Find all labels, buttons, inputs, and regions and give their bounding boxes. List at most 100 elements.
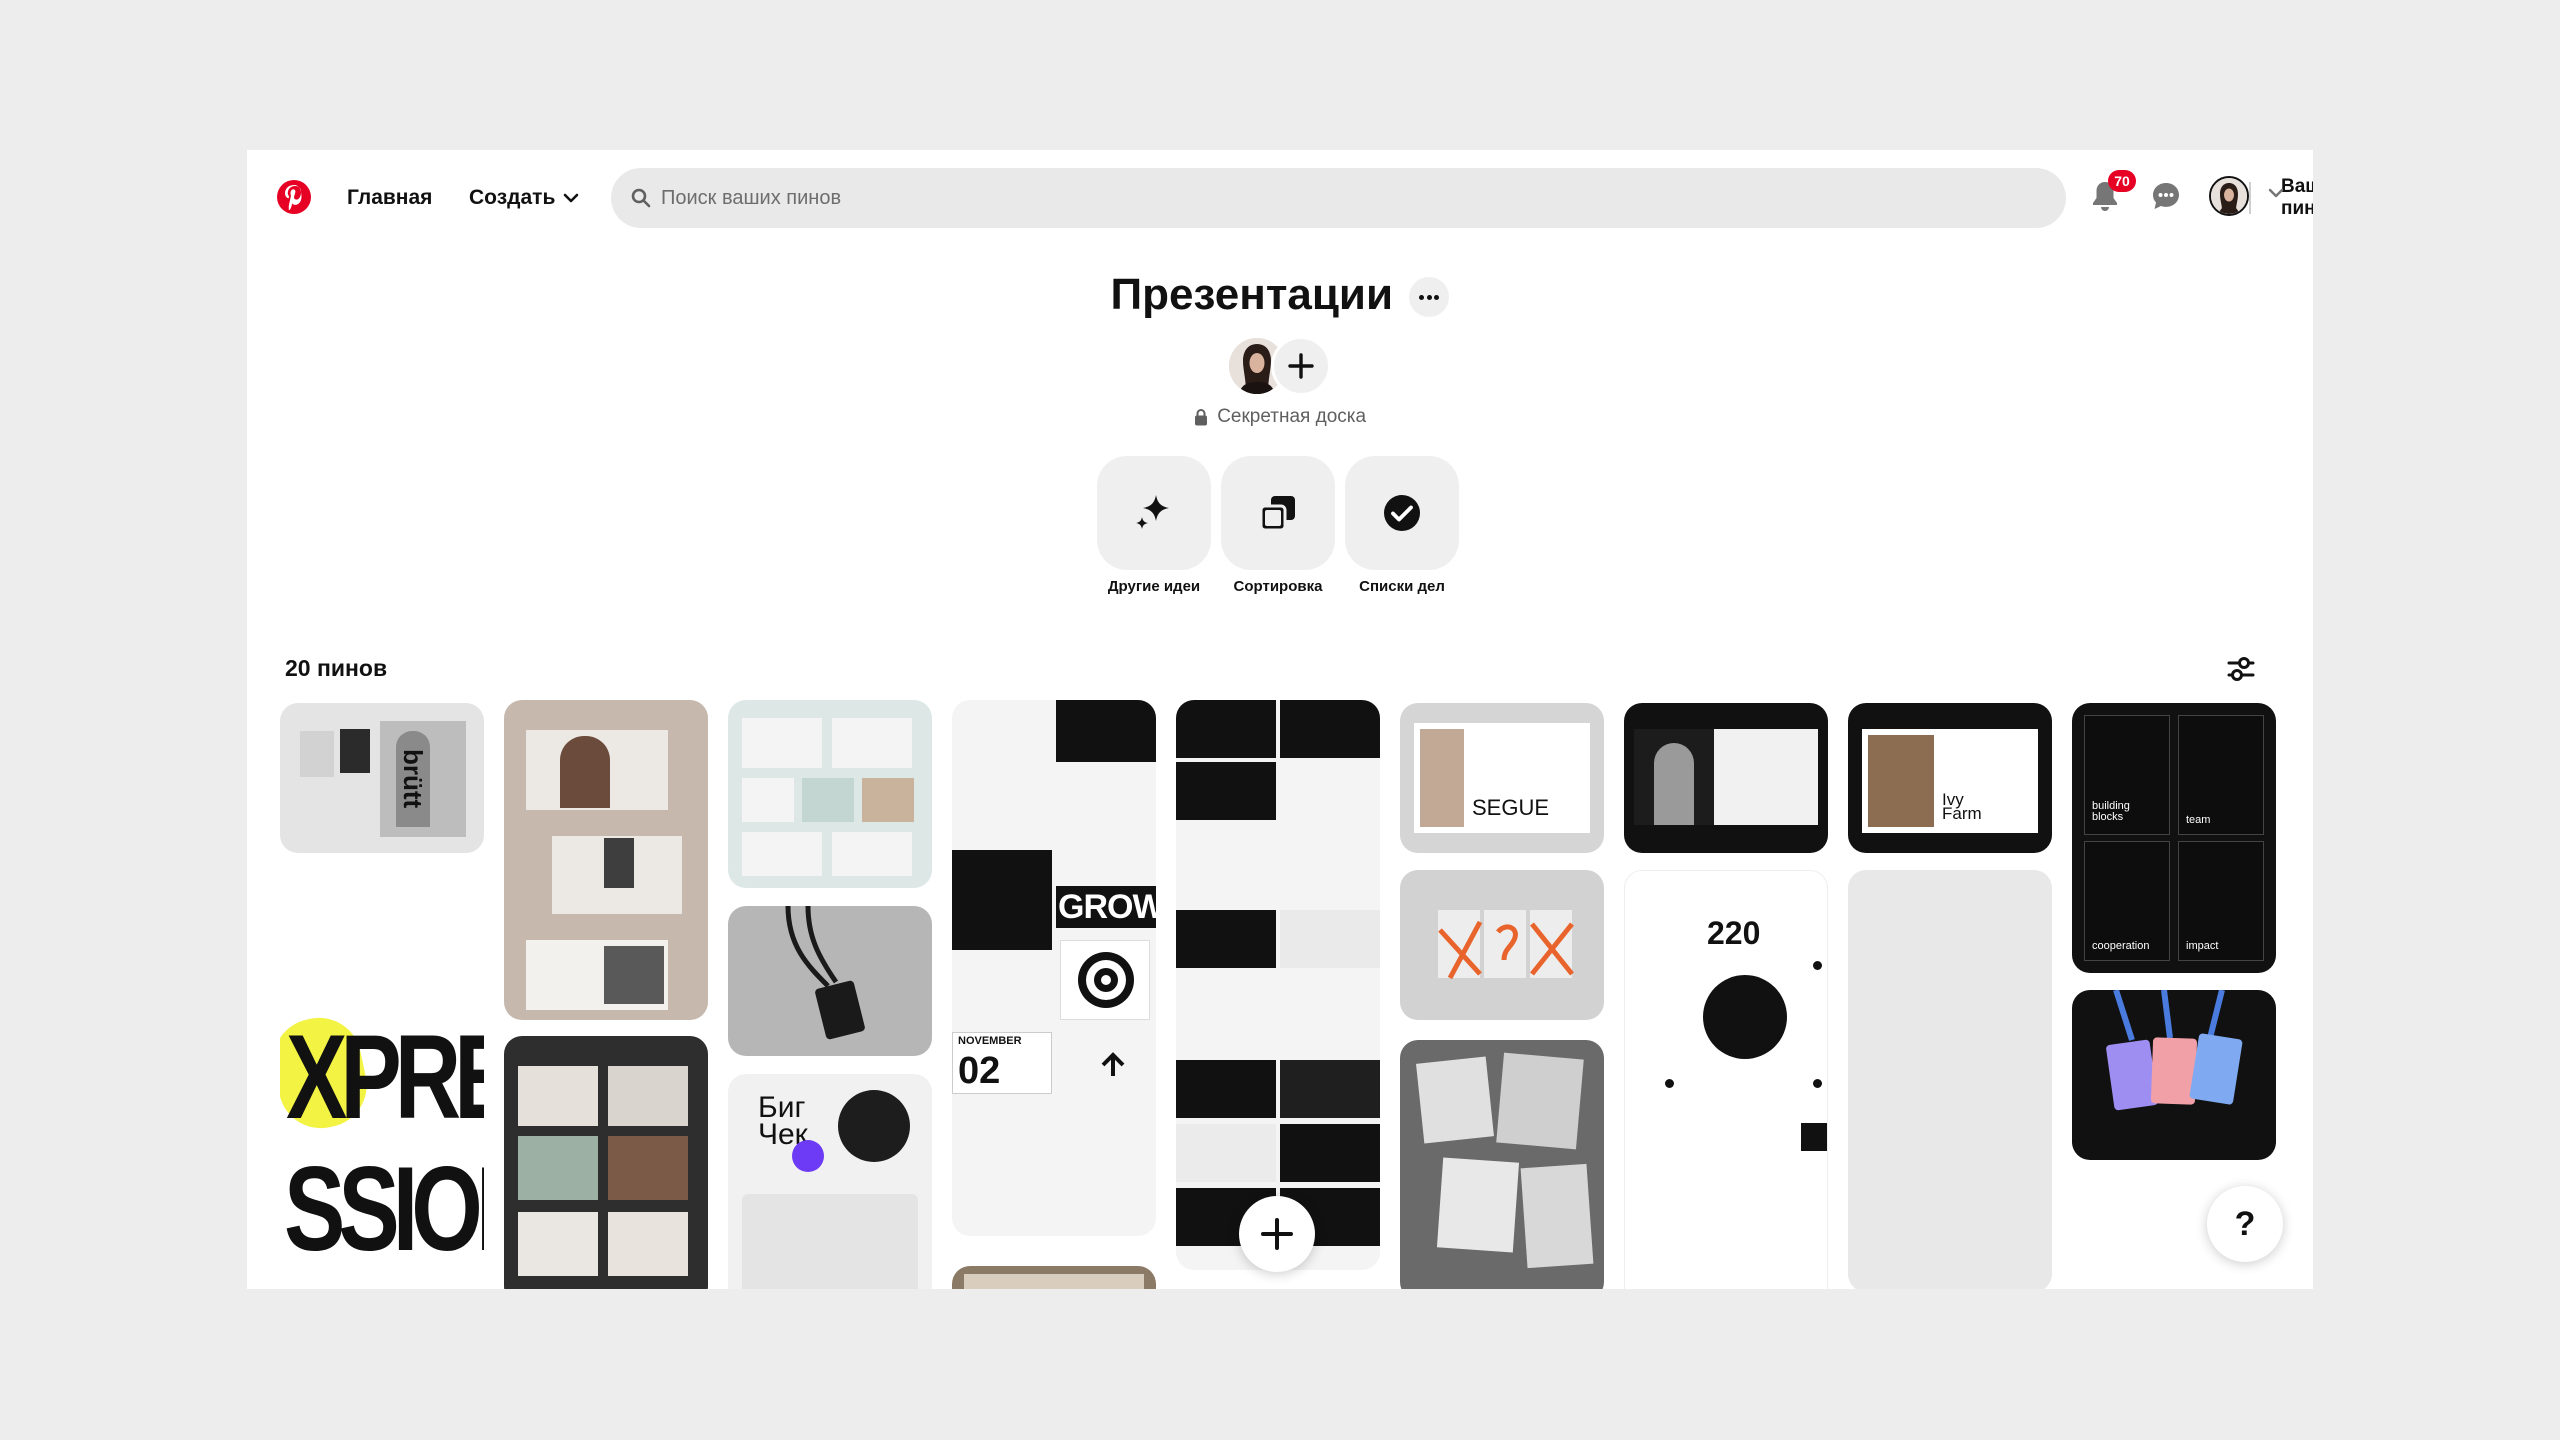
pin-image <box>1436 1157 1520 1253</box>
pin-image <box>300 731 334 777</box>
plus-icon <box>1288 353 1314 379</box>
pin-card[interactable] <box>504 1036 708 1289</box>
lanyard-badges-icon <box>2106 990 2243 1111</box>
target-icon <box>1078 952 1134 1008</box>
pin-image <box>340 729 370 773</box>
pin-title: cooperation <box>2092 940 2150 952</box>
search-input[interactable] <box>661 168 1831 228</box>
pin-card[interactable]: Биг Чек <box>728 1074 932 1289</box>
pin-title: 02 <box>958 1050 1001 1092</box>
pin-image <box>1280 1060 1380 1118</box>
account-chevron-down-icon[interactable] <box>2267 184 2285 202</box>
board-collaborators <box>1227 336 1347 400</box>
pin-title: impact <box>2186 940 2219 952</box>
pin-image <box>1176 762 1276 820</box>
pin-image <box>518 1136 598 1200</box>
board-tools: Другие идеи Сортировка Списки дел <box>1097 456 1463 596</box>
add-pin-button[interactable] <box>1239 1196 1315 1272</box>
plus-icon <box>1261 1218 1293 1250</box>
pin-image <box>964 1274 1144 1289</box>
pin-card[interactable]: Ivy Farm <box>1848 703 2052 853</box>
invite-collaborator-button[interactable] <box>1271 336 1331 396</box>
board-more-options-button[interactable] <box>1409 277 1450 317</box>
app-window: Главная Создать Ваши пины 70 Презентаци <box>247 150 2313 1289</box>
pin-image <box>802 778 854 822</box>
pin-card[interactable] <box>504 700 708 1020</box>
pin-title: building blocks <box>2092 800 2130 823</box>
search-divider <box>2249 182 2251 214</box>
pin-card[interactable] <box>728 700 932 888</box>
pin-image <box>742 1194 918 1289</box>
pinterest-logo-icon[interactable] <box>277 180 311 214</box>
board-title: Презентации <box>1110 270 1394 319</box>
pin-card[interactable] <box>2072 990 2276 1160</box>
todo-lists-label: Списки дел <box>1359 578 1445 595</box>
arrow-up-icon <box>1101 1052 1125 1076</box>
pin-card[interactable]: XPRE SSION <box>280 868 484 1289</box>
more-ideas-label: Другие идеи <box>1107 578 1201 595</box>
pin-image <box>1176 1060 1276 1118</box>
pin-card[interactable] <box>1624 703 1828 853</box>
pin-card[interactable] <box>1400 1040 1604 1289</box>
board-privacy-status: Секретная доска <box>247 406 2313 428</box>
pin-image <box>1848 870 2052 1289</box>
pin-card[interactable] <box>1848 870 2052 1289</box>
pin-image <box>1654 743 1694 825</box>
pin-image <box>1176 1124 1276 1182</box>
pin-image <box>1176 700 1276 758</box>
pin-image <box>1420 729 1464 827</box>
help-button[interactable]: ? <box>2207 1186 2283 1262</box>
pin-card[interactable]: building blocks team cooperation impact <box>2072 703 2276 973</box>
pin-card[interactable] <box>1400 870 1604 1020</box>
pin-image <box>1056 700 1156 762</box>
pin-image <box>560 736 610 808</box>
pin-title: Ivy Farm <box>1942 790 1982 824</box>
pin-title: XPRE <box>286 1011 484 1145</box>
pin-image <box>1280 700 1380 758</box>
chat-bubble-icon <box>2153 183 2179 209</box>
search-scope-dropdown[interactable]: Ваши пины <box>2281 168 2313 228</box>
more-ideas-button[interactable] <box>1097 456 1211 570</box>
checkmark-icon <box>1384 495 1420 531</box>
pin-image <box>604 946 664 1004</box>
board-privacy-label: Секретная доска <box>1217 406 1367 427</box>
pin-image <box>952 850 1052 950</box>
pin-title: NOVEMBER <box>958 1035 1022 1047</box>
nav-create-menu[interactable]: Создать <box>469 182 579 214</box>
pin-title: Биг Чек <box>758 1091 808 1151</box>
pin-image <box>608 1136 688 1200</box>
ellipsis-dot-icon <box>1434 295 1440 300</box>
search-scope-label: Ваши пины <box>2281 176 2313 219</box>
nav-home-link[interactable]: Главная <box>347 182 432 214</box>
pin-image <box>1176 910 1276 968</box>
pin-image <box>1496 1052 1584 1150</box>
more-ideas-tool[interactable]: Другие идеи <box>1097 456 1211 595</box>
cross-mark-icon <box>1438 920 1574 980</box>
pin-image <box>1665 1079 1674 1088</box>
todo-lists-button[interactable] <box>1345 456 1459 570</box>
pin-card[interactable]: SEGUE <box>1400 703 1604 853</box>
pin-card[interactable] <box>1176 700 1380 1270</box>
pin-card[interactable]: brütt <box>280 703 484 853</box>
pin-image <box>608 1066 688 1126</box>
organize-button[interactable] <box>1221 456 1335 570</box>
organize-label: Сортировка <box>1233 578 1323 595</box>
pin-image <box>1801 1123 1827 1151</box>
messages-button[interactable] <box>2148 178 2184 214</box>
pin-image <box>832 718 912 768</box>
pin-card[interactable]: GROW NOVEMBER 02 <box>952 700 1156 1236</box>
pin-image <box>518 1212 598 1276</box>
search-icon <box>631 188 651 208</box>
filter-settings-icon[interactable] <box>2225 653 2257 685</box>
organize-tool[interactable]: Сортировка <box>1221 456 1335 595</box>
pin-card[interactable]: 220 <box>1624 870 1828 1289</box>
pin-title: team <box>2186 814 2211 826</box>
pin-image <box>1280 910 1380 968</box>
pin-card[interactable] <box>728 906 932 1056</box>
pin-count-label: 20 пинов <box>285 655 388 681</box>
pin-image <box>862 778 914 822</box>
pin-card[interactable] <box>952 1266 1156 1289</box>
todo-lists-tool[interactable]: Списки дел <box>1345 456 1459 595</box>
search-bar: Ваши пины <box>611 168 2313 228</box>
user-avatar[interactable] <box>2209 176 2249 216</box>
